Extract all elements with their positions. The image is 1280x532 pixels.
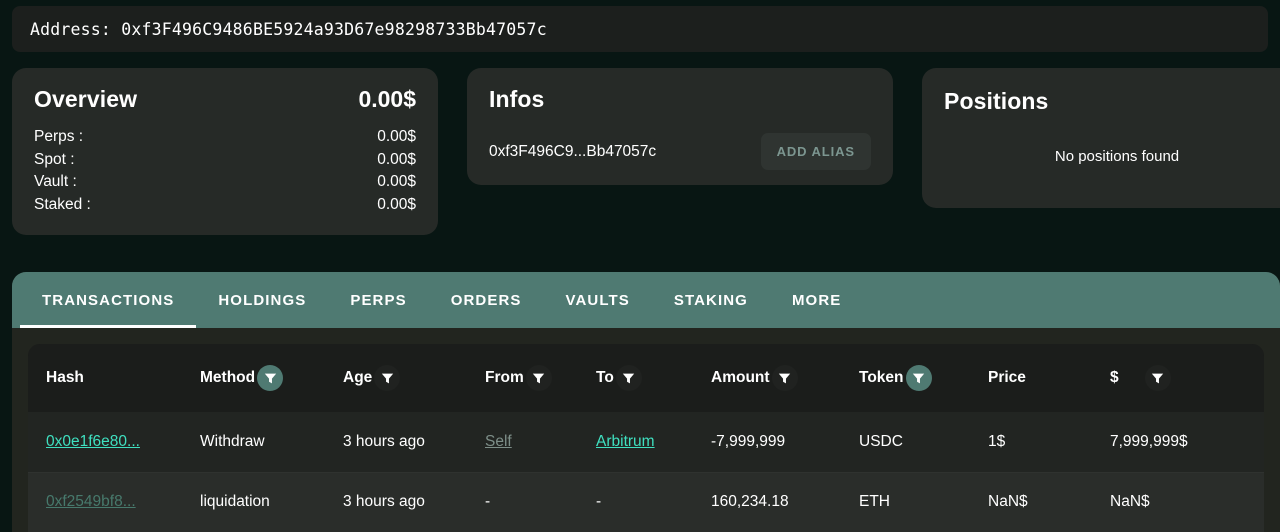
filter-icon-from[interactable]	[526, 365, 552, 391]
positions-title: Positions	[944, 88, 1280, 115]
column-header-to: To	[596, 344, 711, 412]
column-header-token: Token	[859, 344, 988, 412]
column-header-age: Age	[343, 344, 485, 412]
cell-to: -	[596, 472, 711, 532]
column-header-method: Method	[200, 344, 343, 412]
cell-amount: 160,234.18	[711, 472, 859, 532]
table-header: Hash Method Age	[28, 344, 1264, 412]
overview-row-staked: Staked : 0.00$	[34, 194, 416, 217]
column-header-price: Price	[988, 344, 1110, 412]
column-label-hash: Hash	[46, 369, 84, 387]
cell-usd: 7,999,999$	[1110, 412, 1264, 472]
transactions-panel: TRANSACTIONS HOLDINGS PERPS ORDERS VAULT…	[12, 272, 1280, 532]
overview-spot-label: Spot :	[34, 149, 75, 172]
table-row[interactable]: 0xf2549bf8... liquidation 3 hours ago - …	[28, 472, 1264, 532]
overview-card: Overview 0.00$ Perps : 0.00$ Spot : 0.00…	[12, 68, 438, 235]
tab-orders[interactable]: ORDERS	[429, 272, 544, 328]
overview-perps-value: 0.00$	[377, 126, 416, 149]
cell-method: liquidation	[200, 472, 343, 532]
overview-staked-value: 0.00$	[377, 194, 416, 217]
column-label-price: Price	[988, 369, 1026, 387]
column-header-usd: $	[1110, 344, 1264, 412]
cell-token: USDC	[859, 412, 988, 472]
filter-icon-token[interactable]	[906, 365, 932, 391]
overview-vault-label: Vault :	[34, 171, 77, 194]
address-text: Address: 0xf3F496C9486BE5924a93D67e98298…	[30, 20, 547, 39]
summary-cards-row: Overview 0.00$ Perps : 0.00$ Spot : 0.00…	[0, 68, 1280, 243]
tab-more[interactable]: MORE	[770, 272, 863, 328]
positions-empty-message: No positions found	[944, 148, 1280, 165]
infos-card: Infos 0xf3F496C9...Bb47057c ADD ALIAS	[467, 68, 893, 185]
tab-holdings[interactable]: HOLDINGS	[196, 272, 328, 328]
column-label-age: Age	[343, 369, 372, 387]
column-label-amount: Amount	[711, 369, 770, 387]
column-label-from: From	[485, 369, 524, 387]
tab-staking[interactable]: STAKING	[652, 272, 770, 328]
to-address-link[interactable]: Arbitrum	[596, 433, 655, 450]
cell-hash: 0x0e1f6e80...	[28, 412, 200, 472]
column-label-to: To	[596, 369, 614, 387]
column-header-hash: Hash	[28, 344, 200, 412]
positions-card: Positions No positions found	[922, 68, 1280, 208]
infos-title: Infos	[489, 86, 871, 113]
cell-amount: -7,999,999	[711, 412, 859, 472]
overview-row-spot: Spot : 0.00$	[34, 149, 416, 172]
column-header-from: From	[485, 344, 596, 412]
tab-transactions[interactable]: TRANSACTIONS	[20, 272, 196, 328]
cell-age: 3 hours ago	[343, 472, 485, 532]
cell-usd: NaN$	[1110, 472, 1264, 532]
overview-breakdown-list: Perps : 0.00$ Spot : 0.00$ Vault : 0.00$…	[34, 126, 416, 216]
cell-from: Self	[485, 412, 596, 472]
overview-row-vault: Vault : 0.00$	[34, 171, 416, 194]
cell-price: 1$	[988, 412, 1110, 472]
table-body: 0x0e1f6e80... Withdraw 3 hours ago Self …	[28, 412, 1264, 532]
cell-hash: 0xf2549bf8...	[28, 472, 200, 532]
filter-icon-method[interactable]	[257, 365, 283, 391]
column-label-token: Token	[859, 369, 904, 387]
from-address-link[interactable]: Self	[485, 433, 512, 450]
overview-title: Overview	[34, 86, 137, 113]
overview-staked-label: Staked :	[34, 194, 91, 217]
tab-vaults[interactable]: VAULTS	[543, 272, 651, 328]
table-row[interactable]: 0x0e1f6e80... Withdraw 3 hours ago Self …	[28, 412, 1264, 472]
overview-vault-value: 0.00$	[377, 171, 416, 194]
overview-header: Overview 0.00$	[34, 86, 416, 113]
column-header-amount: Amount	[711, 344, 859, 412]
cell-from: -	[485, 472, 596, 532]
filter-icon-amount[interactable]	[772, 365, 798, 391]
tab-bar: TRANSACTIONS HOLDINGS PERPS ORDERS VAULT…	[12, 272, 1280, 328]
overview-row-perps: Perps : 0.00$	[34, 126, 416, 149]
overview-spot-value: 0.00$	[377, 149, 416, 172]
add-alias-button[interactable]: ADD ALIAS	[761, 133, 871, 170]
cell-price: NaN$	[988, 472, 1110, 532]
cell-method: Withdraw	[200, 412, 343, 472]
filter-icon-to[interactable]	[616, 365, 642, 391]
column-label-method: Method	[200, 369, 255, 387]
cell-age: 3 hours ago	[343, 412, 485, 472]
overview-total-value: 0.00$	[358, 86, 416, 113]
infos-address-short: 0xf3F496C9...Bb47057c	[489, 143, 656, 161]
table-header-row: Hash Method Age	[28, 344, 1264, 412]
overview-perps-label: Perps :	[34, 126, 83, 149]
transactions-table-container: Hash Method Age	[28, 344, 1264, 532]
tx-hash-link[interactable]: 0xf2549bf8...	[46, 493, 136, 510]
filter-icon-usd[interactable]	[1145, 365, 1171, 391]
infos-body: 0xf3F496C9...Bb47057c ADD ALIAS	[489, 133, 871, 170]
cell-to: Arbitrum	[596, 412, 711, 472]
address-bar: Address: 0xf3F496C9486BE5924a93D67e98298…	[12, 6, 1268, 52]
cell-token: ETH	[859, 472, 988, 532]
column-label-usd: $	[1110, 369, 1119, 387]
transactions-table: Hash Method Age	[28, 344, 1264, 532]
tab-perps[interactable]: PERPS	[328, 272, 428, 328]
tx-hash-link[interactable]: 0x0e1f6e80...	[46, 433, 140, 450]
filter-icon-age[interactable]	[374, 365, 400, 391]
